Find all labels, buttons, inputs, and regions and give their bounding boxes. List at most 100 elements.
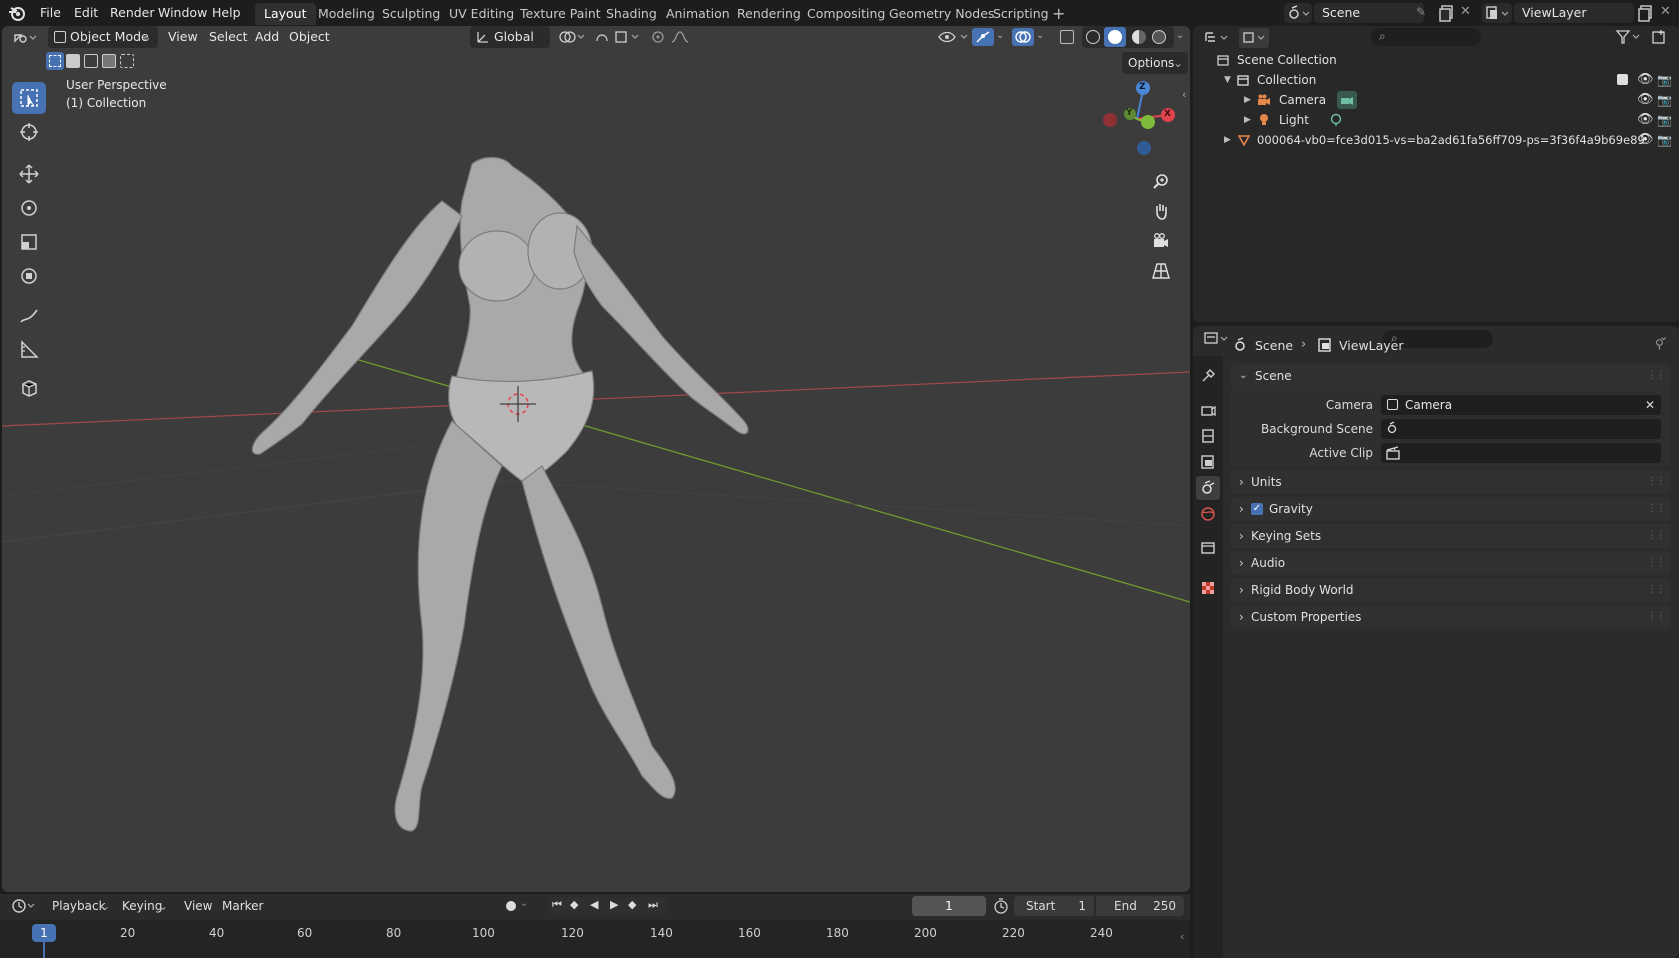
render-camera-icon[interactable]: 📷	[1657, 110, 1672, 130]
pan-hand-icon[interactable]	[1148, 198, 1174, 224]
menu-window[interactable]: Window	[152, 3, 213, 23]
menu-add[interactable]: Add	[249, 26, 285, 48]
start-frame-field[interactable]: Start 1	[1014, 896, 1094, 916]
eye-icon[interactable]: 👁	[1637, 130, 1654, 150]
timeline-editor-type-icon[interactable]	[10, 897, 40, 915]
outliner-row-mesh-object[interactable]: ▶ 000064-vb0=fce3d015-vs=ba2ad61fa56ff70…	[1193, 130, 1679, 150]
view-layer-name-field[interactable]: ViewLayer	[1514, 3, 1634, 23]
tab-layout[interactable]: Layout	[255, 3, 316, 25]
scene-type-icon[interactable]	[1284, 3, 1312, 23]
menu-help[interactable]: Help	[206, 3, 247, 23]
measure-tool[interactable]	[12, 334, 46, 366]
render-camera-icon[interactable]: 📷	[1657, 130, 1672, 150]
display-mode-icon[interactable]	[1239, 28, 1269, 48]
playhead[interactable]: 1	[32, 924, 56, 942]
keying-sets-panel-header[interactable]: › Keying Sets ⋮⋮	[1231, 524, 1671, 548]
eye-icon[interactable]: 👁	[1637, 90, 1654, 110]
cursor-tool[interactable]	[12, 116, 46, 148]
add-cube-tool[interactable]	[12, 372, 46, 404]
clear-icon[interactable]: ✕	[1645, 395, 1655, 415]
outliner-search-input[interactable]: ⌕	[1371, 28, 1481, 46]
world-tab-icon[interactable]	[1196, 502, 1220, 526]
rendered-shading-icon[interactable]	[1152, 30, 1166, 44]
gizmo-toggle-icon[interactable]	[972, 28, 994, 46]
transform-tool[interactable]	[12, 260, 46, 292]
pin-icon[interactable]: ⚲	[1655, 337, 1664, 351]
camera-data-icon[interactable]	[1337, 91, 1357, 109]
tab-animation[interactable]: Animation	[657, 3, 739, 25]
new-view-layer-icon[interactable]	[1636, 3, 1656, 23]
expand-arrow-icon[interactable]: ▶	[1224, 130, 1231, 150]
menu-object[interactable]: Object	[283, 26, 336, 48]
tab-texture-paint[interactable]: Texture Paint	[511, 3, 610, 25]
properties-editor-type-icon[interactable]	[1203, 330, 1233, 348]
rigid-body-world-panel-header[interactable]: › Rigid Body World ⋮⋮	[1231, 578, 1671, 602]
tab-shading[interactable]: Shading	[597, 3, 666, 25]
timeline-view-menu[interactable]: View	[178, 896, 218, 916]
menu-select[interactable]: Select	[203, 26, 254, 48]
select-box-tool[interactable]	[12, 82, 46, 114]
delete-scene-icon[interactable]: ✕	[1460, 4, 1471, 19]
overlays-dropdown-icon[interactable]: ⌄	[1036, 30, 1044, 41]
jump-end-icon[interactable]: ⏭	[648, 898, 658, 912]
play-icon[interactable]: ▶	[610, 898, 618, 911]
next-keyframe-icon[interactable]: ◆	[628, 898, 636, 911]
annotate-tool[interactable]	[12, 300, 46, 332]
tab-sculpting[interactable]: Sculpting	[373, 3, 449, 25]
pivot-point-icon[interactable]	[558, 29, 588, 45]
drag-handle-icon[interactable]: ⋮⋮	[1647, 470, 1666, 494]
outliner-editor-type-icon[interactable]	[1203, 30, 1233, 46]
active-clip-field[interactable]	[1381, 443, 1661, 463]
texture-tab-icon[interactable]	[1196, 576, 1220, 600]
outliner-row-scene-collection[interactable]: Scene Collection	[1193, 50, 1679, 70]
material-preview-icon[interactable]	[1132, 30, 1146, 44]
drag-handle-icon[interactable]: ⋮⋮	[1647, 551, 1666, 575]
prev-keyframe-icon[interactable]: ◆	[570, 898, 578, 911]
visibility-selectability-icon[interactable]	[937, 29, 971, 45]
delete-view-layer-icon[interactable]: ✕	[1660, 4, 1671, 19]
audio-panel-header[interactable]: › Audio ⋮⋮	[1231, 551, 1671, 575]
new-scene-icon[interactable]	[1437, 3, 1457, 23]
eye-icon[interactable]: 👁	[1637, 110, 1654, 130]
menu-view[interactable]: View	[162, 26, 204, 48]
outliner-row-camera[interactable]: ▶ Camera 👁 📷	[1193, 90, 1679, 110]
tab-scripting[interactable]: Scripting	[984, 3, 1058, 25]
scale-tool[interactable]	[12, 226, 46, 258]
drag-handle-icon[interactable]: ⋮⋮	[1647, 364, 1666, 388]
background-scene-field[interactable]	[1381, 419, 1661, 439]
navigation-gizmo[interactable]	[1098, 80, 1176, 158]
drag-handle-icon[interactable]: ⋮⋮	[1647, 497, 1666, 521]
filter-icon[interactable]	[1615, 29, 1645, 45]
snap-icon[interactable]	[594, 29, 644, 45]
jump-start-icon[interactable]: ⏮	[552, 898, 562, 912]
gizmo-dropdown-icon[interactable]: ⌄	[996, 30, 1004, 41]
preview-range-icon[interactable]	[993, 898, 1009, 914]
select-extend-icon[interactable]	[66, 54, 80, 68]
outliner-row-light[interactable]: ▶ Light 👁 📷	[1193, 110, 1679, 130]
gravity-checkbox[interactable]: ✓	[1251, 503, 1263, 515]
shading-dropdown-icon[interactable]: ⌄	[1176, 30, 1184, 41]
outliner-row-collection[interactable]: ▼ Collection 👁 📷	[1193, 70, 1679, 90]
camera-field[interactable]: Camera ✕	[1381, 395, 1661, 415]
marker-menu[interactable]: Marker	[216, 896, 269, 916]
current-frame-field[interactable]: 1	[912, 896, 986, 916]
scene-panel-header[interactable]: ⌄ Scene ⋮⋮	[1231, 364, 1671, 388]
select-invert-icon[interactable]	[102, 54, 116, 68]
rotate-tool[interactable]	[12, 192, 46, 224]
render-camera-icon[interactable]: 📷	[1657, 90, 1672, 110]
tool-settings-tab-icon[interactable]	[1196, 364, 1220, 388]
new-collection-icon[interactable]	[1651, 29, 1667, 45]
overlays-toggle-icon[interactable]	[1012, 28, 1034, 46]
proportional-editing-icon[interactable]	[650, 29, 696, 45]
scene-tab-icon[interactable]	[1196, 476, 1220, 500]
render-camera-icon[interactable]: 📷	[1657, 70, 1672, 90]
wireframe-shading-icon[interactable]	[1086, 30, 1100, 44]
select-new-icon[interactable]	[46, 52, 64, 70]
menu-file[interactable]: File	[34, 3, 67, 23]
perspective-toggle-icon[interactable]	[1148, 258, 1174, 284]
3d-viewport[interactable]: Object Mode ⌄ View Select Add Object Glo…	[2, 26, 1190, 892]
editor-type-button[interactable]	[10, 26, 40, 48]
move-tool[interactable]	[12, 158, 46, 190]
auto-keying-button[interactable]: ⌄	[500, 898, 530, 914]
light-data-icon[interactable]	[1329, 113, 1343, 127]
